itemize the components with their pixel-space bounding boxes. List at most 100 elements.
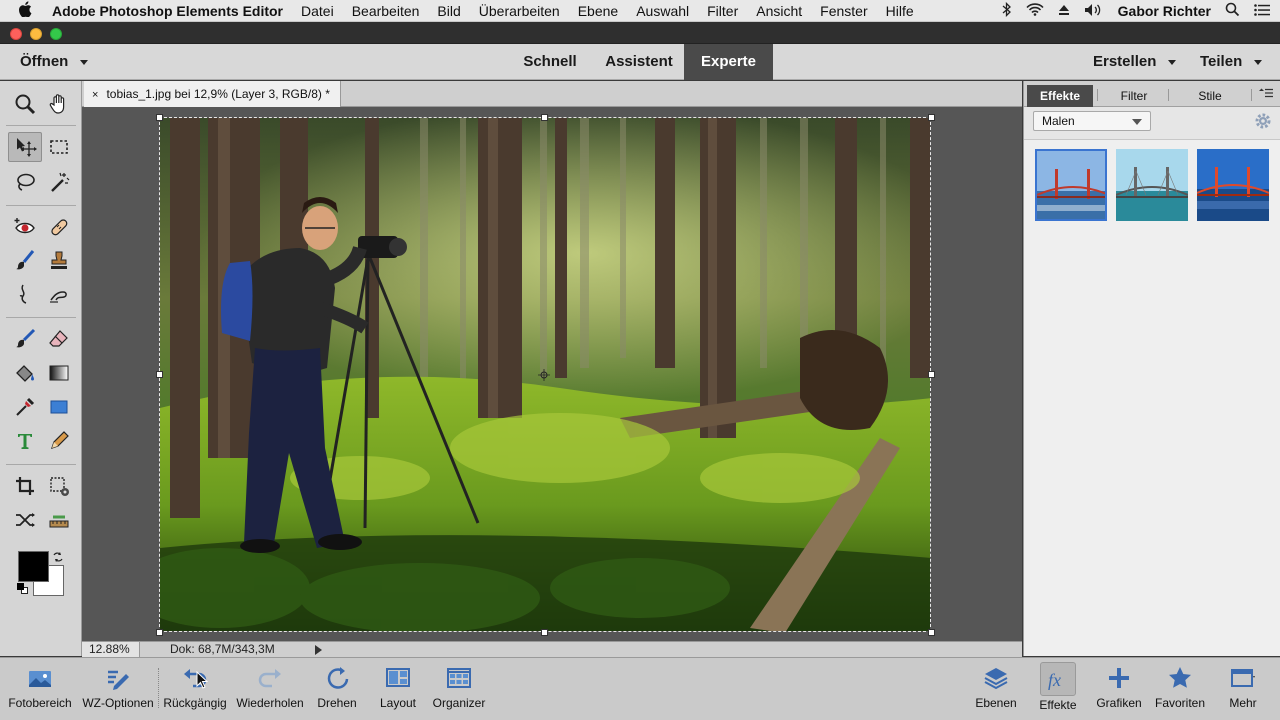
image-canvas[interactable]: [82, 107, 1022, 641]
wifi-icon[interactable]: [1026, 3, 1044, 19]
tool-options-button[interactable]: WZ-Optionen: [78, 662, 158, 720]
volume-icon[interactable]: [1084, 3, 1104, 20]
red-eye-tool-icon[interactable]: [8, 212, 42, 242]
effects-button[interactable]: fx Effekte: [1034, 662, 1082, 720]
open-button[interactable]: Öffnen: [20, 44, 89, 80]
layout-icon: [382, 662, 414, 694]
menu-hilfe[interactable]: Hilfe: [886, 3, 914, 19]
chevron-down-icon: [1254, 59, 1263, 65]
paint-bucket-tool-icon[interactable]: [8, 358, 42, 388]
photo-bin-label: Fotobereich: [8, 696, 72, 710]
minimize-window-button[interactable]: [30, 28, 42, 40]
menu-auswahl[interactable]: Auswahl: [636, 3, 689, 19]
zoom-level[interactable]: 12.88%: [82, 642, 140, 657]
transform-handle[interactable]: [928, 371, 935, 378]
undo-button[interactable]: Rückgängig: [160, 662, 230, 720]
layout-button[interactable]: Layout: [372, 662, 424, 720]
clone-stamp-tool-icon[interactable]: [42, 245, 76, 275]
eject-icon[interactable]: [1058, 3, 1070, 19]
eyedropper-tool-icon[interactable]: [8, 392, 42, 422]
mode-assistent[interactable]: Assistent: [596, 44, 682, 80]
foreground-color-swatch[interactable]: [18, 551, 49, 582]
content-aware-move-tool-icon[interactable]: [8, 505, 42, 535]
bluetooth-icon[interactable]: [1002, 1, 1012, 20]
share-button[interactable]: Teilen: [1200, 44, 1263, 80]
effect-thumb-3[interactable]: [1197, 149, 1269, 221]
straighten-tool-icon[interactable]: [42, 505, 76, 535]
photo-bin-icon: [24, 662, 56, 694]
open-label: Öffnen: [20, 53, 69, 70]
magic-wand-tool-icon[interactable]: [42, 167, 76, 197]
transform-handle[interactable]: [541, 629, 548, 636]
smart-brush-tool-icon[interactable]: [8, 245, 42, 275]
transform-handle[interactable]: [156, 629, 163, 636]
organizer-button[interactable]: Organizer: [428, 662, 490, 720]
menu-filter[interactable]: Filter: [707, 3, 738, 19]
blur-tool-icon[interactable]: [8, 279, 42, 309]
user-name[interactable]: Gabor Richter: [1118, 3, 1211, 19]
panel-menu-icon[interactable]: [1259, 88, 1273, 100]
menu-ebene[interactable]: Ebene: [578, 3, 618, 19]
zoom-tool-icon[interactable]: [8, 89, 42, 119]
create-label: Erstellen: [1093, 53, 1157, 70]
text-tool-icon[interactable]: [8, 426, 42, 456]
redo-button[interactable]: Wiederholen: [232, 662, 308, 720]
apple-menu-icon[interactable]: [18, 0, 38, 21]
default-colors-icon[interactable]: [17, 583, 29, 595]
photo-bin-button[interactable]: Fotobereich: [4, 662, 76, 720]
gear-icon[interactable]: [1254, 112, 1272, 130]
recompose-tool-icon[interactable]: [42, 471, 76, 501]
smudge-tool-icon[interactable]: [42, 279, 76, 309]
mode-schnell[interactable]: Schnell: [510, 44, 590, 80]
reference-point-icon[interactable]: [538, 368, 550, 381]
layers-button[interactable]: Ebenen: [968, 662, 1024, 720]
menu-bild[interactable]: Bild: [437, 3, 460, 19]
effects-category-select[interactable]: Malen: [1033, 111, 1151, 131]
favorites-button[interactable]: Favoriten: [1150, 662, 1210, 720]
close-tab-icon[interactable]: ×: [92, 89, 98, 101]
tab-stile[interactable]: Stile: [1179, 85, 1241, 107]
tab-filter[interactable]: Filter: [1104, 85, 1164, 107]
tab-effekte[interactable]: Effekte: [1027, 85, 1093, 107]
pencil-tool-icon[interactable]: [42, 426, 76, 456]
marquee-tool-icon[interactable]: [42, 132, 76, 162]
brush-tool-icon[interactable]: [8, 324, 42, 354]
effect-thumb-1[interactable]: [1035, 149, 1107, 221]
menu-bearbeiten[interactable]: Bearbeiten: [352, 3, 420, 19]
document-tab[interactable]: × tobias_1.jpg bei 12,9% (Layer 3, RGB/8)…: [84, 81, 341, 107]
create-button[interactable]: Erstellen: [1093, 44, 1177, 80]
shape-tool-icon[interactable]: [42, 392, 76, 422]
mode-experte[interactable]: Experte: [684, 44, 773, 80]
notification-center-icon[interactable]: [1254, 3, 1270, 19]
transform-handle[interactable]: [928, 114, 935, 121]
close-window-button[interactable]: [10, 28, 22, 40]
move-tool-icon[interactable]: [8, 132, 42, 162]
transform-handle[interactable]: [928, 629, 935, 636]
graphics-label: Grafiken: [1096, 696, 1142, 710]
document-tab-title: tobias_1.jpg bei 12,9% (Layer 3, RGB/8) …: [106, 87, 330, 101]
crop-tool-icon[interactable]: [8, 471, 42, 501]
hand-tool-icon[interactable]: [42, 89, 76, 119]
chevron-down-icon: [80, 59, 89, 65]
app-name[interactable]: Adobe Photoshop Elements Editor: [52, 3, 283, 19]
status-menu-arrow-icon[interactable]: [315, 645, 322, 655]
more-button[interactable]: Mehr: [1218, 662, 1268, 720]
eraser-tool-icon[interactable]: [42, 324, 76, 354]
swap-colors-icon[interactable]: [52, 550, 64, 562]
spot-healing-tool-icon[interactable]: [42, 212, 76, 242]
zoom-window-button[interactable]: [50, 28, 62, 40]
transform-handle[interactable]: [541, 114, 548, 121]
gradient-tool-icon[interactable]: [42, 358, 76, 388]
spotlight-search-icon[interactable]: [1225, 2, 1240, 20]
lasso-tool-icon[interactable]: [8, 167, 42, 197]
effect-thumb-2[interactable]: [1116, 149, 1188, 221]
menu-ueberarbeiten[interactable]: Überarbeiten: [479, 3, 560, 19]
menu-fenster[interactable]: Fenster: [820, 3, 867, 19]
transform-handle[interactable]: [156, 114, 163, 121]
menu-datei[interactable]: Datei: [301, 3, 334, 19]
toolbox: [0, 81, 82, 656]
graphics-button[interactable]: Grafiken: [1090, 662, 1148, 720]
transform-handle[interactable]: [156, 371, 163, 378]
rotate-button[interactable]: Drehen: [310, 662, 364, 720]
menu-ansicht[interactable]: Ansicht: [756, 3, 802, 19]
